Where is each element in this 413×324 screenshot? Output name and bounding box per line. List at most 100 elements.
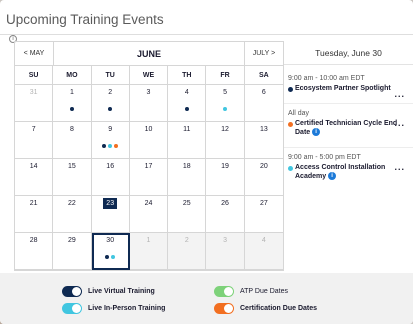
event-dot	[184, 107, 189, 111]
day-number: 3	[223, 237, 228, 244]
day-number: 30	[106, 237, 115, 244]
calendar-day[interactable]: 27	[244, 196, 283, 233]
calendar-day[interactable]: 3	[206, 233, 245, 270]
legend-item[interactable]: Live Virtual Training	[62, 286, 155, 297]
event-dots	[92, 144, 129, 148]
event-dot	[108, 107, 113, 111]
day-number: 6	[261, 89, 266, 96]
weekday-label: SA	[244, 66, 283, 85]
calendar-day[interactable]: 15	[53, 159, 92, 196]
weekday-label: SU	[15, 66, 54, 85]
day-number: 5	[223, 89, 228, 96]
calendar-day[interactable]: 1	[53, 85, 92, 122]
weekday-row: SU MO TU WE TH FR SA	[15, 66, 283, 85]
calendar-day[interactable]: 8	[53, 122, 92, 159]
calendar-day-selected[interactable]: 30	[91, 233, 130, 270]
calendar-day[interactable]: 31	[15, 85, 54, 122]
next-month-button[interactable]: JULY >	[244, 42, 283, 65]
more-options-icon[interactable]: ...	[394, 118, 405, 128]
day-number: 29	[68, 237, 76, 244]
weekday-label: TU	[91, 66, 130, 85]
day-number: 8	[69, 126, 74, 133]
day-number: 4	[184, 89, 189, 96]
calendar: < MAY JUNE JULY > SU MO TU WE TH FR SA 31 1 2 3 4 5…	[14, 41, 284, 271]
day-grid: 31 1 2 3 4 5 6 7 8 9 10 11 12 13 14 15 16 17 18 19 20 21 22 23 2…	[15, 85, 283, 270]
event-item[interactable]: All day Certified Technician Cycle End Da…	[284, 103, 413, 137]
training-events-widget: Upcoming Training Events i < MAY JUNE JU…	[0, 0, 413, 324]
day-number: 28	[29, 237, 38, 244]
calendar-day[interactable]: 29	[53, 233, 92, 270]
toggle-switch[interactable]	[214, 286, 234, 297]
calendar-day[interactable]: 11	[168, 122, 207, 159]
event-dot	[69, 107, 74, 111]
day-number: 19	[221, 163, 229, 170]
calendar-day[interactable]: 10	[129, 122, 169, 159]
calendar-day[interactable]: 18	[168, 159, 207, 196]
day-number: 25	[182, 200, 191, 207]
event-dots	[53, 107, 90, 111]
calendar-day[interactable]: 7	[15, 122, 54, 159]
calendar-day[interactable]: 4	[168, 85, 207, 122]
calendar-day[interactable]: 1	[129, 233, 169, 270]
weekday-label: WE	[129, 66, 169, 85]
calendar-day[interactable]: 21	[15, 196, 54, 233]
calendar-day[interactable]: 5	[206, 85, 245, 122]
calendar-day[interactable]: 19	[206, 159, 245, 196]
day-number: 13	[259, 126, 268, 133]
event-title: Ecosystem Partner Spotlight	[295, 85, 391, 92]
more-options-icon[interactable]: ...	[394, 162, 405, 172]
day-number: 14	[29, 163, 38, 170]
calendar-day[interactable]: 4	[244, 233, 283, 270]
event-item[interactable]: 9:00 am - 5:00 pm EDT Access Control Inst…	[284, 146, 413, 181]
calendar-day-today[interactable]: 23	[91, 196, 130, 233]
widget-title: Upcoming Training Events	[6, 12, 164, 27]
calendar-day[interactable]: 25	[168, 196, 207, 233]
legend-item[interactable]: ATP Due Dates	[214, 286, 288, 297]
day-number: 26	[221, 200, 229, 207]
calendar-day[interactable]: 13	[244, 122, 283, 159]
calendar-day[interactable]: 3	[129, 85, 169, 122]
toggle-switch[interactable]	[214, 303, 234, 314]
more-options-icon[interactable]: ...	[394, 89, 405, 99]
calendar-day[interactable]: 9	[91, 122, 130, 159]
day-number: 20	[259, 163, 268, 170]
calendar-day[interactable]: 2	[91, 85, 130, 122]
calendar-day[interactable]: 24	[129, 196, 169, 233]
info-icon[interactable]: i	[312, 128, 321, 136]
event-dot	[114, 144, 119, 148]
weekday-label: MO	[53, 66, 92, 85]
calendar-day[interactable]: 22	[53, 196, 92, 233]
day-number: 2	[108, 89, 113, 96]
day-number: 7	[31, 126, 36, 133]
event-title: Certified Technician Cycle End Date	[295, 120, 398, 136]
calendar-day[interactable]: 14	[15, 159, 54, 196]
event-dots	[206, 107, 243, 111]
calendar-day[interactable]: 20	[244, 159, 283, 196]
day-number: 2	[184, 237, 189, 244]
event-dot	[105, 255, 110, 259]
info-icon[interactable]: i	[328, 171, 337, 180]
calendar-day[interactable]: 28	[15, 233, 54, 270]
day-number: 27	[259, 200, 268, 207]
legend-item[interactable]: Certification Due Dates	[214, 303, 317, 314]
calendar-day[interactable]: 26	[206, 196, 245, 233]
calendar-day[interactable]: 12	[206, 122, 245, 159]
toggle-knob	[72, 287, 81, 296]
legend-label: Live In-Person Training	[88, 305, 166, 312]
prev-month-button[interactable]: < MAY	[15, 42, 54, 65]
calendar-day[interactable]: 6	[244, 85, 283, 122]
day-number: 16	[106, 163, 115, 170]
calendar-day[interactable]: 16	[91, 159, 130, 196]
toggle-switch[interactable]	[62, 286, 82, 297]
event-item[interactable]: 9:00 am - 10:00 am EDT Ecosystem Partner …	[284, 75, 413, 99]
toggle-switch[interactable]	[62, 303, 82, 314]
event-title: Access Control Installation Academy	[295, 163, 386, 180]
legend-label: Live Virtual Training	[88, 288, 155, 295]
calendar-day[interactable]: 17	[129, 159, 169, 196]
weekday-label: FR	[206, 66, 245, 85]
widget-header: Upcoming Training Events	[0, 0, 413, 35]
calendar-day[interactable]: 2	[168, 233, 207, 270]
event-color-dot	[288, 165, 293, 171]
event-dots	[92, 255, 129, 259]
legend-item[interactable]: Live In-Person Training	[62, 303, 165, 314]
